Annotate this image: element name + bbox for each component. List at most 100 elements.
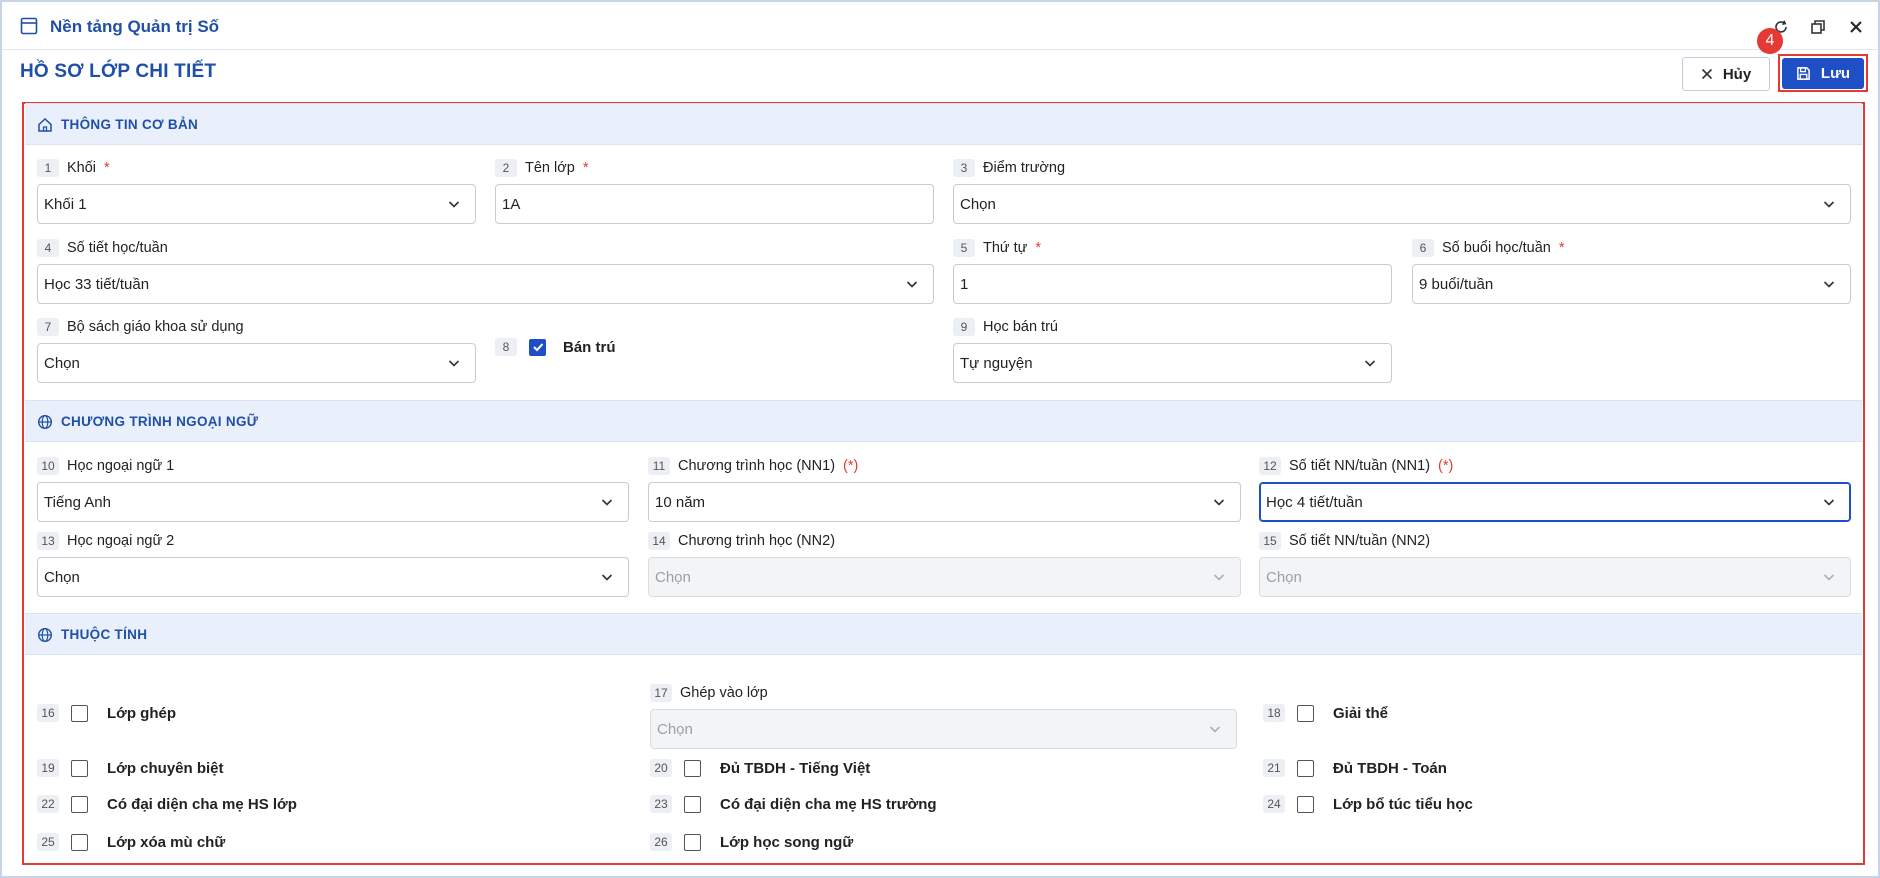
field-label-so-tiet-nn1: 12 Số tiết NN/tuần (NN1) (*) [1259, 457, 1453, 475]
field-number: 16 [37, 704, 59, 722]
checkbox-label: Lớp ghép [107, 704, 176, 722]
section-attributes-header: THUỘC TÍNH [25, 613, 1862, 655]
so-buoi-select[interactable]: 9 buổi/tuần [1412, 264, 1851, 304]
hoc-ban-tru-select[interactable]: Tự nguyện [953, 343, 1392, 383]
select-value: Chọn [655, 568, 691, 586]
field-number: 4 [37, 239, 59, 257]
du-tbdh-tieng-viet-checkbox-row[interactable]: 20 Đủ TBDH - Tiếng Việt [650, 759, 870, 777]
chevron-down-icon [1213, 499, 1225, 506]
song-ngu-checkbox[interactable] [684, 833, 701, 851]
save-button[interactable]: Lưu [1782, 58, 1864, 89]
label-text: Khối [67, 160, 97, 176]
du-tbdh-toan-checkbox[interactable] [1297, 759, 1314, 777]
song-ngu-checkbox-row[interactable]: 26 Lớp học song ngữ [650, 833, 853, 851]
label-text: Thứ tự [983, 240, 1028, 256]
label-text: Điểm trường [983, 160, 1066, 176]
field-label-ngoai-ngu-2: 13 Học ngoại ngữ 2 [37, 532, 174, 550]
field-number: 1 [37, 159, 59, 177]
checkbox-label: Lớp chuyên biệt [107, 759, 224, 777]
lop-ghep-checkbox[interactable] [71, 704, 88, 722]
lop-ghep-checkbox-row[interactable]: 16 Lớp ghép [37, 704, 176, 722]
page-title: HỒ SƠ LỚP CHI TIẾT [20, 61, 217, 82]
field-label-chuong-trinh-nn2: 14 Chương trình học (NN2) [648, 532, 835, 550]
label-text: Tên lớp [525, 160, 575, 176]
required-mark: * [1035, 240, 1042, 256]
field-number: 21 [1263, 759, 1285, 777]
field-number: 3 [953, 159, 975, 177]
section-basic-header: THÔNG TIN CƠ BẢN [25, 103, 1862, 145]
field-label-hoc-ban-tru: 9 Học bán trú [953, 318, 1058, 336]
field-number: 18 [1263, 704, 1285, 722]
checkmark-icon [532, 343, 543, 352]
checkbox-label: Đủ TBDH - Tiếng Việt [720, 759, 871, 777]
ban-tru-checkbox[interactable] [529, 338, 546, 356]
field-number: 6 [1412, 239, 1434, 257]
required-mark: (*) [1438, 458, 1454, 474]
select-value: 9 buổi/tuần [1419, 275, 1494, 293]
field-label-ten-lop: 2 Tên lớp * [495, 159, 588, 177]
label-text: Học bán trú [983, 319, 1058, 335]
chevron-down-icon [448, 360, 460, 367]
chuong-trinh-nn2-select: Chọn [648, 557, 1241, 597]
bo-tuc-tieu-hoc-checkbox[interactable] [1297, 795, 1314, 813]
field-label-thu-tu: 5 Thứ tự * [953, 239, 1041, 257]
bo-tuc-tieu-hoc-checkbox-row[interactable]: 24 Lớp bổ túc tiểu học [1263, 795, 1473, 813]
dai-dien-cmhs-lop-checkbox-row[interactable]: 22 Có đại diện cha mẹ HS lớp [37, 795, 297, 813]
ten-lop-input[interactable]: 1A [495, 184, 934, 224]
ban-tru-checkbox-row[interactable]: 8 Bán trú [495, 338, 616, 356]
select-value: Chọn [44, 354, 80, 372]
app-title: Nền tảng Quản trị Số [50, 17, 220, 36]
section-title: THUỘC TÍNH [61, 627, 148, 642]
restore-button[interactable] [1807, 16, 1829, 38]
label-text: Chương trình học (NN2) [678, 533, 836, 549]
cancel-button[interactable]: Hủy [1682, 57, 1770, 91]
xoa-mu-chu-checkbox-row[interactable]: 25 Lớp xóa mù chữ [37, 833, 225, 851]
chevron-down-icon [1213, 574, 1225, 581]
label-text: Học ngoại ngữ 2 [67, 533, 175, 549]
thu-tu-input[interactable]: 1 [953, 264, 1392, 304]
restore-icon [1811, 20, 1825, 34]
field-label-diem-truong: 3 Điểm trường [953, 159, 1065, 177]
select-value: Học 33 tiết/tuần [44, 275, 150, 293]
du-tbdh-tieng-viet-checkbox[interactable] [684, 759, 701, 777]
field-label-so-buoi: 6 Số buổi học/tuần * [1412, 239, 1565, 257]
khoi-select[interactable]: Khối 1 [37, 184, 476, 224]
du-tbdh-toan-checkbox-row[interactable]: 21 Đủ TBDH - Toán [1263, 759, 1447, 777]
field-number: 11 [648, 457, 670, 475]
dai-dien-cmhs-truong-checkbox[interactable] [684, 795, 701, 813]
field-label-chuong-trinh-nn1: 11 Chương trình học (NN1) (*) [648, 457, 858, 475]
giai-the-checkbox[interactable] [1297, 704, 1314, 722]
app-window: Nền tảng Quản trị Số HỒ SƠ LỚP CHI TIẾT … [0, 0, 1880, 878]
close-icon [1850, 21, 1862, 33]
ngoai-ngu-2-select[interactable]: Chọn [37, 557, 629, 597]
chuong-trinh-nn1-select[interactable]: 10 năm [648, 482, 1241, 522]
title-bar: Nền tảng Quản trị Số [2, 2, 1878, 50]
select-value: 10 năm [655, 493, 706, 511]
dai-dien-cmhs-truong-checkbox-row[interactable]: 23 Có đại diện cha mẹ HS trường [650, 795, 937, 813]
field-number: 10 [37, 457, 59, 475]
so-tiet-select[interactable]: Học 33 tiết/tuần [37, 264, 934, 304]
bo-sach-select[interactable]: Chọn [37, 343, 476, 383]
field-number: 25 [37, 833, 59, 851]
field-number: 17 [650, 684, 672, 702]
globe-icon [37, 627, 53, 643]
step-marker-4: 4 [1757, 28, 1783, 54]
ngoai-ngu-1-select[interactable]: Tiếng Anh [37, 482, 629, 522]
so-tiet-nn1-select[interactable]: Học 4 tiết/tuần [1259, 482, 1851, 522]
required-mark: * [104, 160, 110, 176]
required-mark: * [582, 160, 589, 176]
field-number: 7 [37, 318, 59, 336]
diem-truong-select[interactable]: Chọn [953, 184, 1851, 224]
xoa-mu-chu-checkbox[interactable] [71, 833, 88, 851]
close-button[interactable] [1845, 16, 1867, 38]
giai-the-checkbox-row[interactable]: 18 Giải thể [1263, 704, 1388, 722]
checkbox-label: Bán trú [563, 338, 616, 356]
field-number: 23 [650, 795, 672, 813]
lop-chuyen-biet-checkbox[interactable] [71, 759, 88, 777]
label-text: Ghép vào lớp [680, 685, 768, 701]
save-label: Lưu [1820, 65, 1851, 82]
dai-dien-cmhs-lop-checkbox[interactable] [71, 795, 88, 813]
lop-chuyen-biet-checkbox-row[interactable]: 19 Lớp chuyên biệt [37, 759, 224, 777]
chevron-down-icon [1823, 574, 1835, 581]
checkbox-label: Có đại diện cha mẹ HS trường [720, 795, 937, 813]
